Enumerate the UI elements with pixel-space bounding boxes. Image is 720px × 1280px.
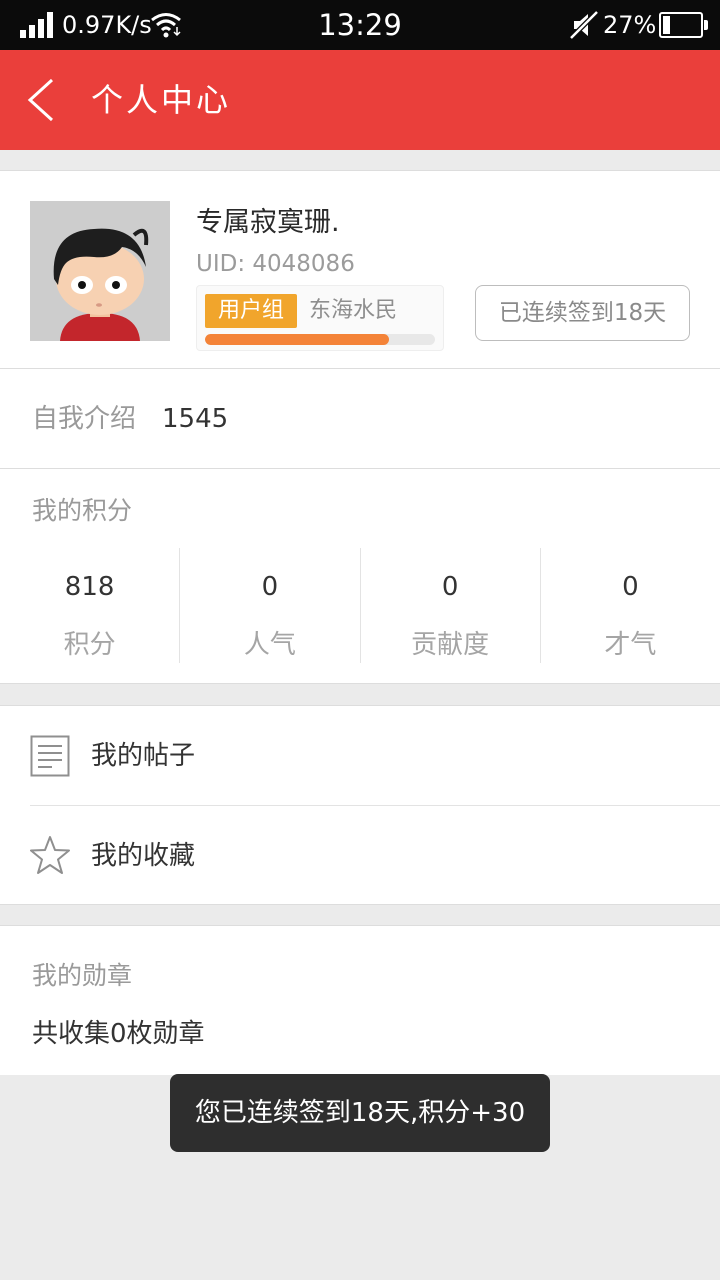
stat-label: 积分 [63,630,116,660]
stat-value: 818 [64,572,115,602]
mute-icon [569,10,599,40]
user-group: 用户组 东海水民 [196,285,444,351]
medals-summary: 共收集0枚勋章 [32,1019,205,1049]
medals-title: 我的勋章 [32,961,133,990]
cartoon-boy-avatar [30,201,170,341]
points-title: 我的积分 [32,496,133,525]
toast-message: 您已连续签到18天,积分+30 [170,1074,550,1152]
self-intro-value: 1545 [162,404,229,434]
points-section: 我的积分 818 积分 0 人气 0 贡献度 0 才气 [0,469,720,684]
app-bar: 个人中心 [0,50,720,150]
user-group-badge: 用户组 [205,294,297,328]
stat-label: 贡献度 [411,630,490,660]
profile-card: 专属寂寞珊. UID: 4048086 用户组 东海水民 已连续签到18天 [0,170,720,369]
stat-contribution[interactable]: 0 贡献度 [361,548,541,663]
back-button[interactable] [20,74,70,126]
battery-percent: 27% [603,11,657,39]
level-progress-bar [205,334,435,345]
nickname: 专属寂寞珊. [196,207,340,238]
stat-value: 0 [261,572,279,602]
status-bar: 0.97K/s 13:29 27% [0,0,720,50]
star-icon [30,836,70,874]
menu-item-label: 我的收藏 [91,841,196,871]
stat-talent[interactable]: 0 才气 [541,548,720,663]
checkin-button[interactable]: 已连续签到18天 [475,285,690,341]
menu-list: 我的帖子 我的收藏 [0,705,720,905]
stat-points[interactable]: 818 积分 [0,548,181,663]
stat-value: 0 [622,572,639,602]
self-intro-row: 自我介绍 1545 [0,369,720,469]
points-grid: 818 积分 0 人气 0 贡献度 0 才气 [0,548,720,663]
menu-item-my-favorites[interactable]: 我的收藏 [0,806,720,905]
level-progress-fill [205,334,389,345]
avatar[interactable] [30,201,170,341]
self-intro-label: 自我介绍 [32,404,137,434]
stat-popularity[interactable]: 0 人气 [180,548,361,663]
stat-label: 才气 [604,630,657,660]
user-group-name: 东海水民 [309,298,398,323]
stat-value: 0 [441,572,459,602]
medals-section: 我的勋章 共收集0枚勋章 [0,925,720,1075]
chevron-left-icon [27,78,54,122]
menu-item-my-posts[interactable]: 我的帖子 [0,706,720,806]
menu-item-label: 我的帖子 [91,741,196,771]
page-title: 个人中心 [91,81,232,119]
document-icon [30,735,70,777]
stat-label: 人气 [243,630,296,660]
user-id: UID: 4048086 [196,251,355,277]
battery-icon [659,12,708,38]
